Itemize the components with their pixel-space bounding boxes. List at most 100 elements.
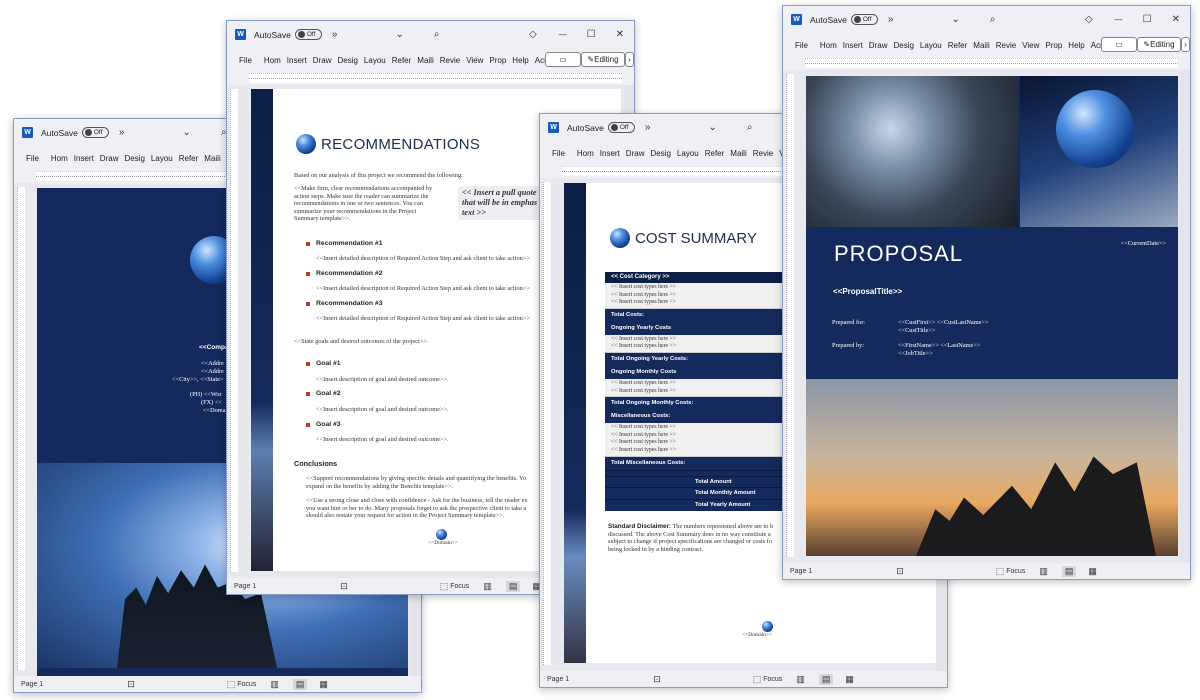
diamond-icon[interactable]: ◇ [1085,14,1093,25]
ribbon-tab[interactable]: Hom [577,149,594,158]
ribbon-tab[interactable]: Maili [730,149,746,158]
editing-button[interactable]: ✎ Editing [1137,37,1181,52]
ribbon-tab[interactable]: View [1022,41,1039,50]
ribbon-tab[interactable]: Draw [313,56,332,65]
ribbon-tab[interactable]: Maili [973,41,989,50]
ribbon-tab[interactable]: Insert [843,41,863,50]
autosave-state: Off [862,16,872,23]
focus-icon[interactable]: ⬚ [996,566,1005,577]
minimize-icon[interactable]: — [559,30,567,39]
print-layout-icon[interactable]: ▤ [1061,565,1077,577]
ribbon-tab[interactable]: Desig [337,56,357,65]
ribbon-tab[interactable]: Revie [753,149,773,158]
ribbon-tab[interactable]: Layou [151,154,173,163]
focus-label[interactable]: Focus [450,583,469,590]
disclaimer-text: The numbers represented above are to b [671,523,774,530]
ribbon-tab[interactable]: Layou [677,149,699,158]
more-commands-icon[interactable]: » [888,14,894,25]
cost-total-label: Total Yearly Amount [695,501,751,508]
globe-logo [610,228,630,248]
editing-button[interactable]: ✎ Editing [581,52,625,67]
ribbon-tab[interactable]: Desig [124,154,144,163]
focus-label[interactable]: Focus [1006,568,1025,575]
print-layout-icon[interactable]: ▤ [818,673,834,685]
focus-label[interactable]: Focus [237,681,256,688]
chevron-down-icon[interactable]: ⌄ [708,122,716,133]
search-icon[interactable]: ⌕ [747,122,753,133]
ribbon-tab[interactable]: Hom [264,56,281,65]
chevron-down-icon[interactable]: ⌄ [951,14,959,25]
ribbon-tab[interactable]: Refer [705,149,725,158]
web-layout-icon[interactable]: ▦ [845,674,854,685]
ribbon-tab[interactable]: Layou [364,56,386,65]
autosave-toggle[interactable]: Off [850,14,878,25]
document-area[interactable]: PROPOSAL <<CurrentDate>> <<ProposalTitle… [783,70,1190,563]
close-icon[interactable]: ✕ [1172,14,1180,25]
ribbon-tab[interactable]: Refer [179,154,199,163]
ribbon-tab[interactable]: Hom [51,154,68,163]
ribbon-tab[interactable]: Refer [392,56,412,65]
read-mode-icon[interactable]: ▥ [1039,566,1048,577]
more-commands-icon[interactable]: » [645,122,651,133]
read-mode-icon[interactable]: ▥ [270,679,279,690]
ribbon-tab[interactable]: Maili [417,56,433,65]
ribbon-tab[interactable]: File [552,149,565,158]
ribbon-tab[interactable]: Help [1068,41,1084,50]
minimize-icon[interactable]: — [1115,15,1123,24]
maximize-icon[interactable]: ☐ [587,29,596,40]
focus-icon[interactable]: ⬚ [753,674,762,685]
more-commands-icon[interactable]: » [119,127,125,138]
print-layout-icon[interactable]: ▤ [292,678,308,690]
accessibility-icon[interactable]: ⊡ [896,566,904,577]
comments-button[interactable]: ▭ [545,52,581,67]
ribbon-tab[interactable]: Maili [204,154,220,163]
print-layout-icon[interactable]: ▤ [505,580,521,592]
ribbon-tab[interactable]: Insert [287,56,307,65]
vertical-scrollbar[interactable] [1180,70,1190,563]
focus-label[interactable]: Focus [763,676,782,683]
read-mode-icon[interactable]: ▥ [483,581,492,592]
ribbon-tab[interactable]: Prop [1045,41,1062,50]
web-layout-icon[interactable]: ▦ [1088,566,1097,577]
autosave-toggle[interactable]: Off [607,122,635,133]
read-mode-icon[interactable]: ▥ [796,674,805,685]
autosave-toggle[interactable]: Off [294,29,322,40]
ribbon-tab[interactable]: Draw [869,41,888,50]
ribbon-tab[interactable]: Prop [489,56,506,65]
ribbon-tab[interactable]: Draw [100,154,119,163]
search-icon[interactable]: ⌕ [434,29,440,40]
ribbon-tab[interactable]: Desig [893,41,913,50]
accessibility-icon[interactable]: ⊡ [340,581,348,592]
close-icon[interactable]: ✕ [616,29,624,40]
ribbon-tab[interactable]: View [466,56,483,65]
ribbon-tab[interactable]: Help [512,56,528,65]
ribbon-tab[interactable]: Draw [626,149,645,158]
chevron-down-icon[interactable]: ⌄ [182,127,190,138]
diamond-icon[interactable]: ◇ [529,29,537,40]
ribbon-tab[interactable]: Hom [820,41,837,50]
ribbon-tab[interactable]: Refer [948,41,968,50]
comments-button[interactable]: ▭ [1101,37,1137,52]
accessibility-icon[interactable]: ⊡ [127,679,135,690]
autosave-toggle[interactable]: Off [81,127,109,138]
ribbon-tab[interactable]: Insert [74,154,94,163]
ribbon-tab[interactable]: File [26,154,39,163]
ribbon-tab[interactable]: File [795,41,808,50]
ribbon-expand-button[interactable]: › [1181,37,1190,52]
web-layout-icon[interactable]: ▦ [319,679,328,690]
ribbon-tab[interactable]: Revie [996,41,1016,50]
ribbon-expand-button[interactable]: › [625,52,634,67]
ribbon-tab[interactable]: Layou [920,41,942,50]
maximize-icon[interactable]: ☐ [1143,14,1152,25]
vertical-ruler [786,74,794,557]
focus-icon[interactable]: ⬚ [227,679,236,690]
more-commands-icon[interactable]: » [332,29,338,40]
ribbon-tab[interactable]: Insert [600,149,620,158]
focus-icon[interactable]: ⬚ [440,581,449,592]
ribbon-tab[interactable]: File [239,56,252,65]
chevron-down-icon[interactable]: ⌄ [395,29,403,40]
ribbon-tab[interactable]: Desig [650,149,670,158]
search-icon[interactable]: ⌕ [990,14,996,25]
accessibility-icon[interactable]: ⊡ [653,674,661,685]
ribbon-tab[interactable]: Revie [440,56,460,65]
